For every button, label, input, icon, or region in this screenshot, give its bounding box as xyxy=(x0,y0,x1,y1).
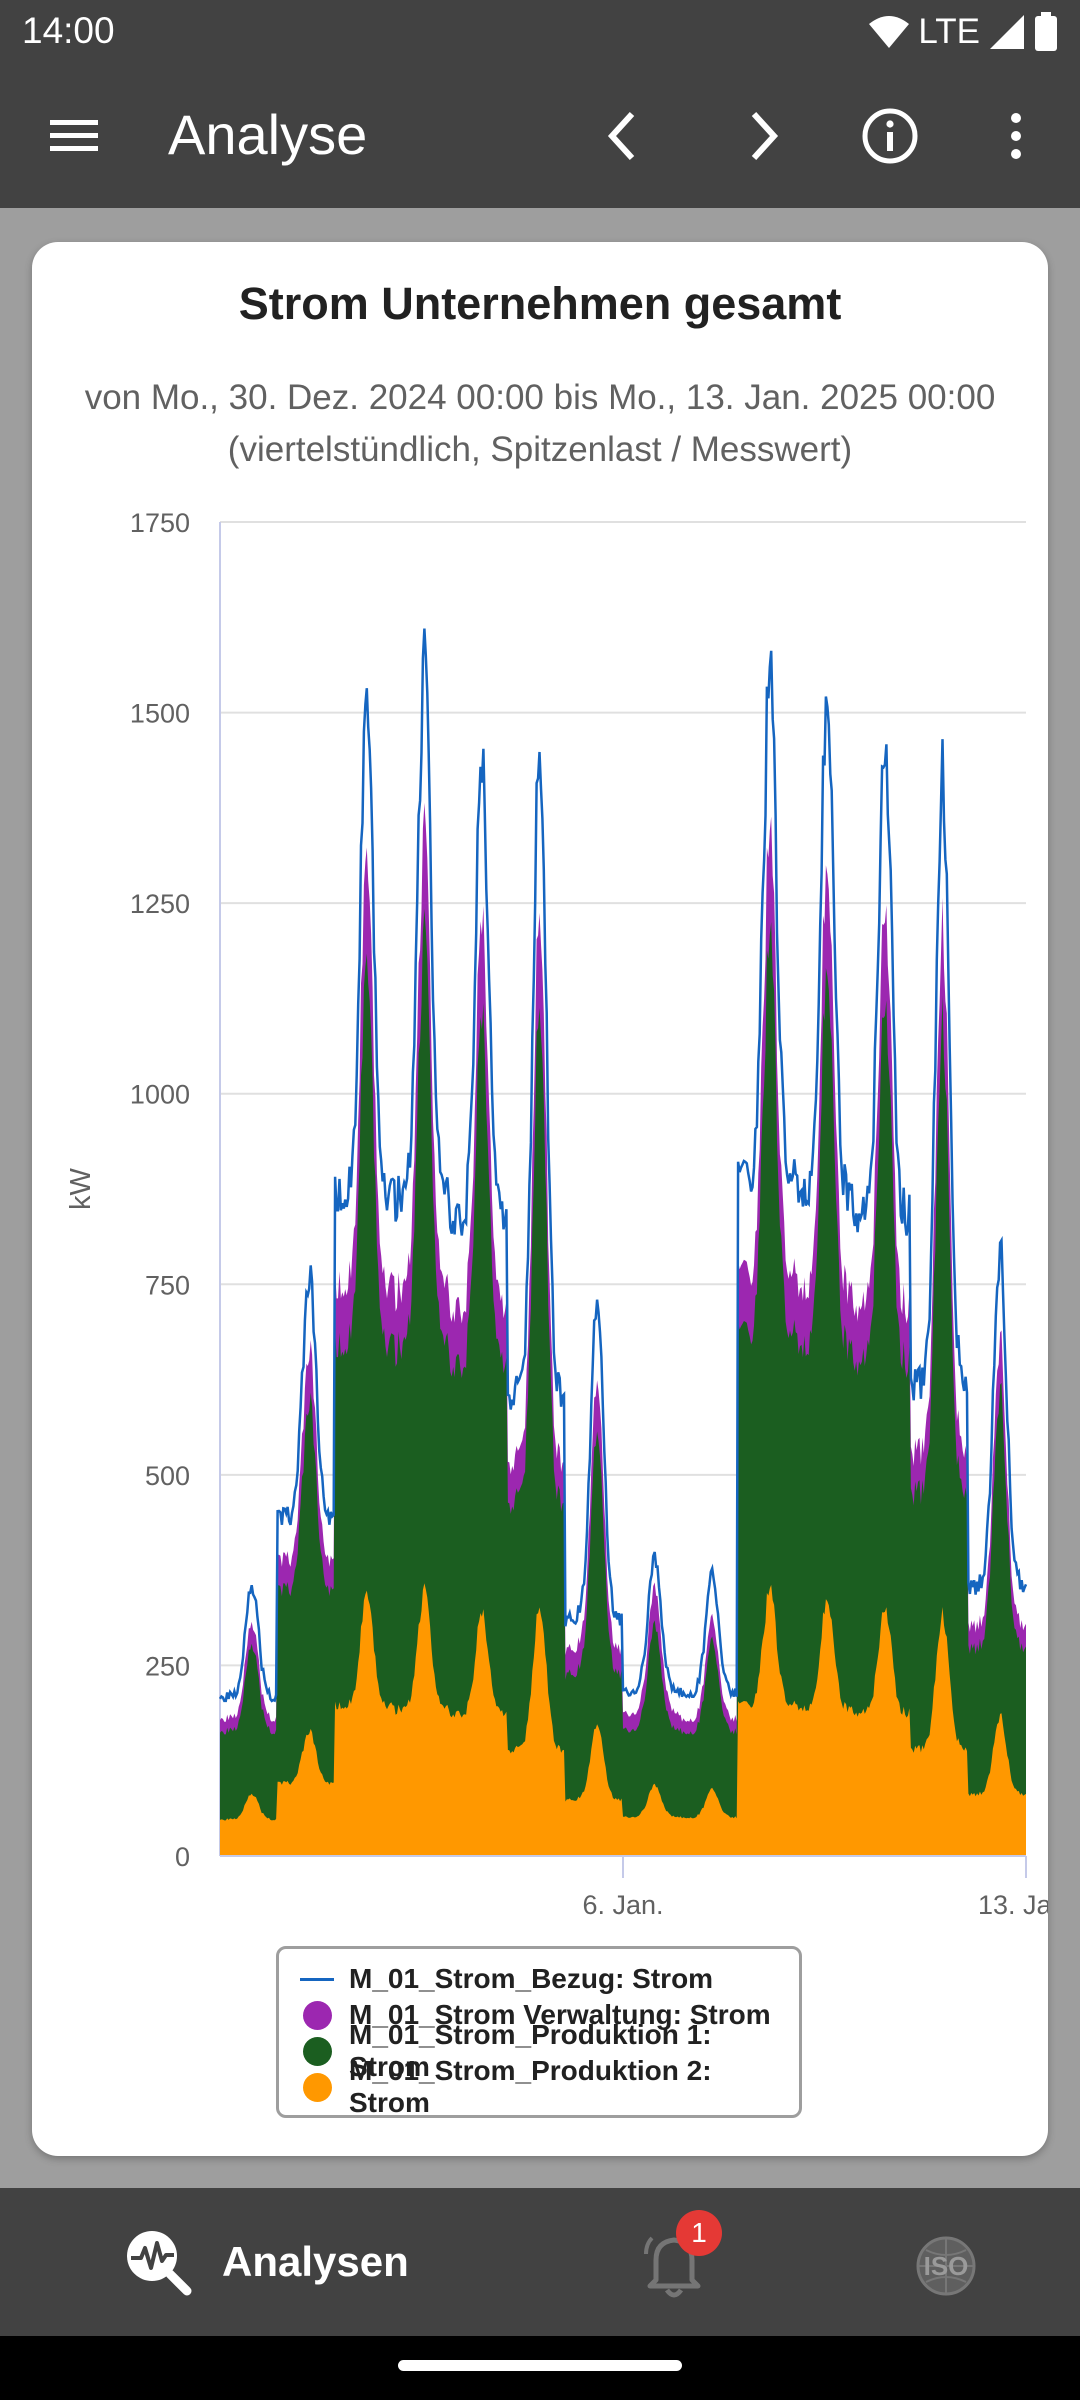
chart-legend: M_01_Strom_Bezug: Strom M_01_Strom Verwal… xyxy=(276,1946,802,2118)
y-tick-label: 1000 xyxy=(130,1080,190,1110)
legend-label: M_01_Strom_Produktion 2: Strom xyxy=(349,2055,712,2118)
legend-dot-marker xyxy=(302,2072,332,2102)
wifi-icon xyxy=(869,16,910,48)
more-vert-icon xyxy=(1011,113,1021,159)
y-tick-label: 0 xyxy=(175,1842,190,1872)
more-options-button[interactable] xyxy=(980,100,1052,172)
chevron-left-icon xyxy=(607,111,635,161)
y-tick-label: 750 xyxy=(145,1270,190,1300)
previous-period-button[interactable] xyxy=(586,100,658,172)
y-axis-label: kW xyxy=(65,1167,97,1210)
chart-card: Strom Unternehmen gesamt von Mo., 30. De… xyxy=(32,242,1048,2156)
legend-swatch xyxy=(299,2033,335,2069)
y-tick-label: 1750 xyxy=(130,508,190,538)
area-chart[interactable]: 0 250 500 750 1000 1250 1500 1750 kW 6. Jan. 13. J… xyxy=(32,242,1048,1922)
nav-iso[interactable]: ISO xyxy=(906,2226,986,2306)
battery-icon xyxy=(1035,12,1057,51)
system-navigation-bar xyxy=(0,2336,1080,2400)
alerts-badge: 1 xyxy=(676,2210,722,2256)
status-time: 14:00 xyxy=(22,10,115,51)
network-type: LTE xyxy=(918,12,980,51)
chevron-right-icon xyxy=(751,111,779,161)
app-bar: Analyse xyxy=(0,64,1080,208)
signal-icon xyxy=(990,15,1024,49)
legend-dot-marker xyxy=(302,2000,332,2030)
status-bar: 14:00 LTE xyxy=(0,0,1080,64)
y-tick-label: 250 xyxy=(145,1651,190,1681)
status-icons: LTE xyxy=(868,8,1058,56)
page-title: Analyse xyxy=(168,103,368,166)
legend-swatch xyxy=(299,1961,335,1997)
analysis-search-icon xyxy=(127,2231,192,2296)
legend-line-marker xyxy=(300,1977,334,1981)
home-indicator[interactable] xyxy=(398,2360,682,2371)
nav-alerts[interactable]: 1 xyxy=(634,2210,722,2304)
legend-swatch xyxy=(299,2069,335,2105)
y-tick-label: 1500 xyxy=(130,699,190,729)
info-button[interactable] xyxy=(854,100,926,172)
nav-analysen[interactable]: Analysen xyxy=(124,2218,409,2306)
next-period-button[interactable] xyxy=(728,100,800,172)
bottom-navigation: Analysen 1 ISO xyxy=(0,2188,1080,2336)
legend-item[interactable]: M_01_Strom_Produktion 2: Strom xyxy=(299,2055,799,2118)
menu-icon xyxy=(50,120,98,151)
nav-analysen-label: Analysen xyxy=(222,2238,409,2285)
legend-label: M_01_Strom_Bezug: Strom xyxy=(349,1963,714,1994)
menu-button[interactable] xyxy=(38,100,110,172)
svg-text:ISO: ISO xyxy=(924,2251,969,2281)
x-tick-label: 13. Jan. xyxy=(978,1890,1048,1920)
legend-swatch xyxy=(299,1997,335,2033)
iso-icon: ISO xyxy=(916,2236,976,2296)
legend-item[interactable]: M_01_Strom_Bezug: Strom xyxy=(299,1961,799,1997)
legend-dot-marker xyxy=(302,2036,332,2066)
x-tick-label: 6. Jan. xyxy=(582,1890,663,1920)
y-tick-label: 500 xyxy=(145,1461,190,1491)
info-icon xyxy=(862,108,918,164)
y-tick-label: 1250 xyxy=(130,889,190,919)
